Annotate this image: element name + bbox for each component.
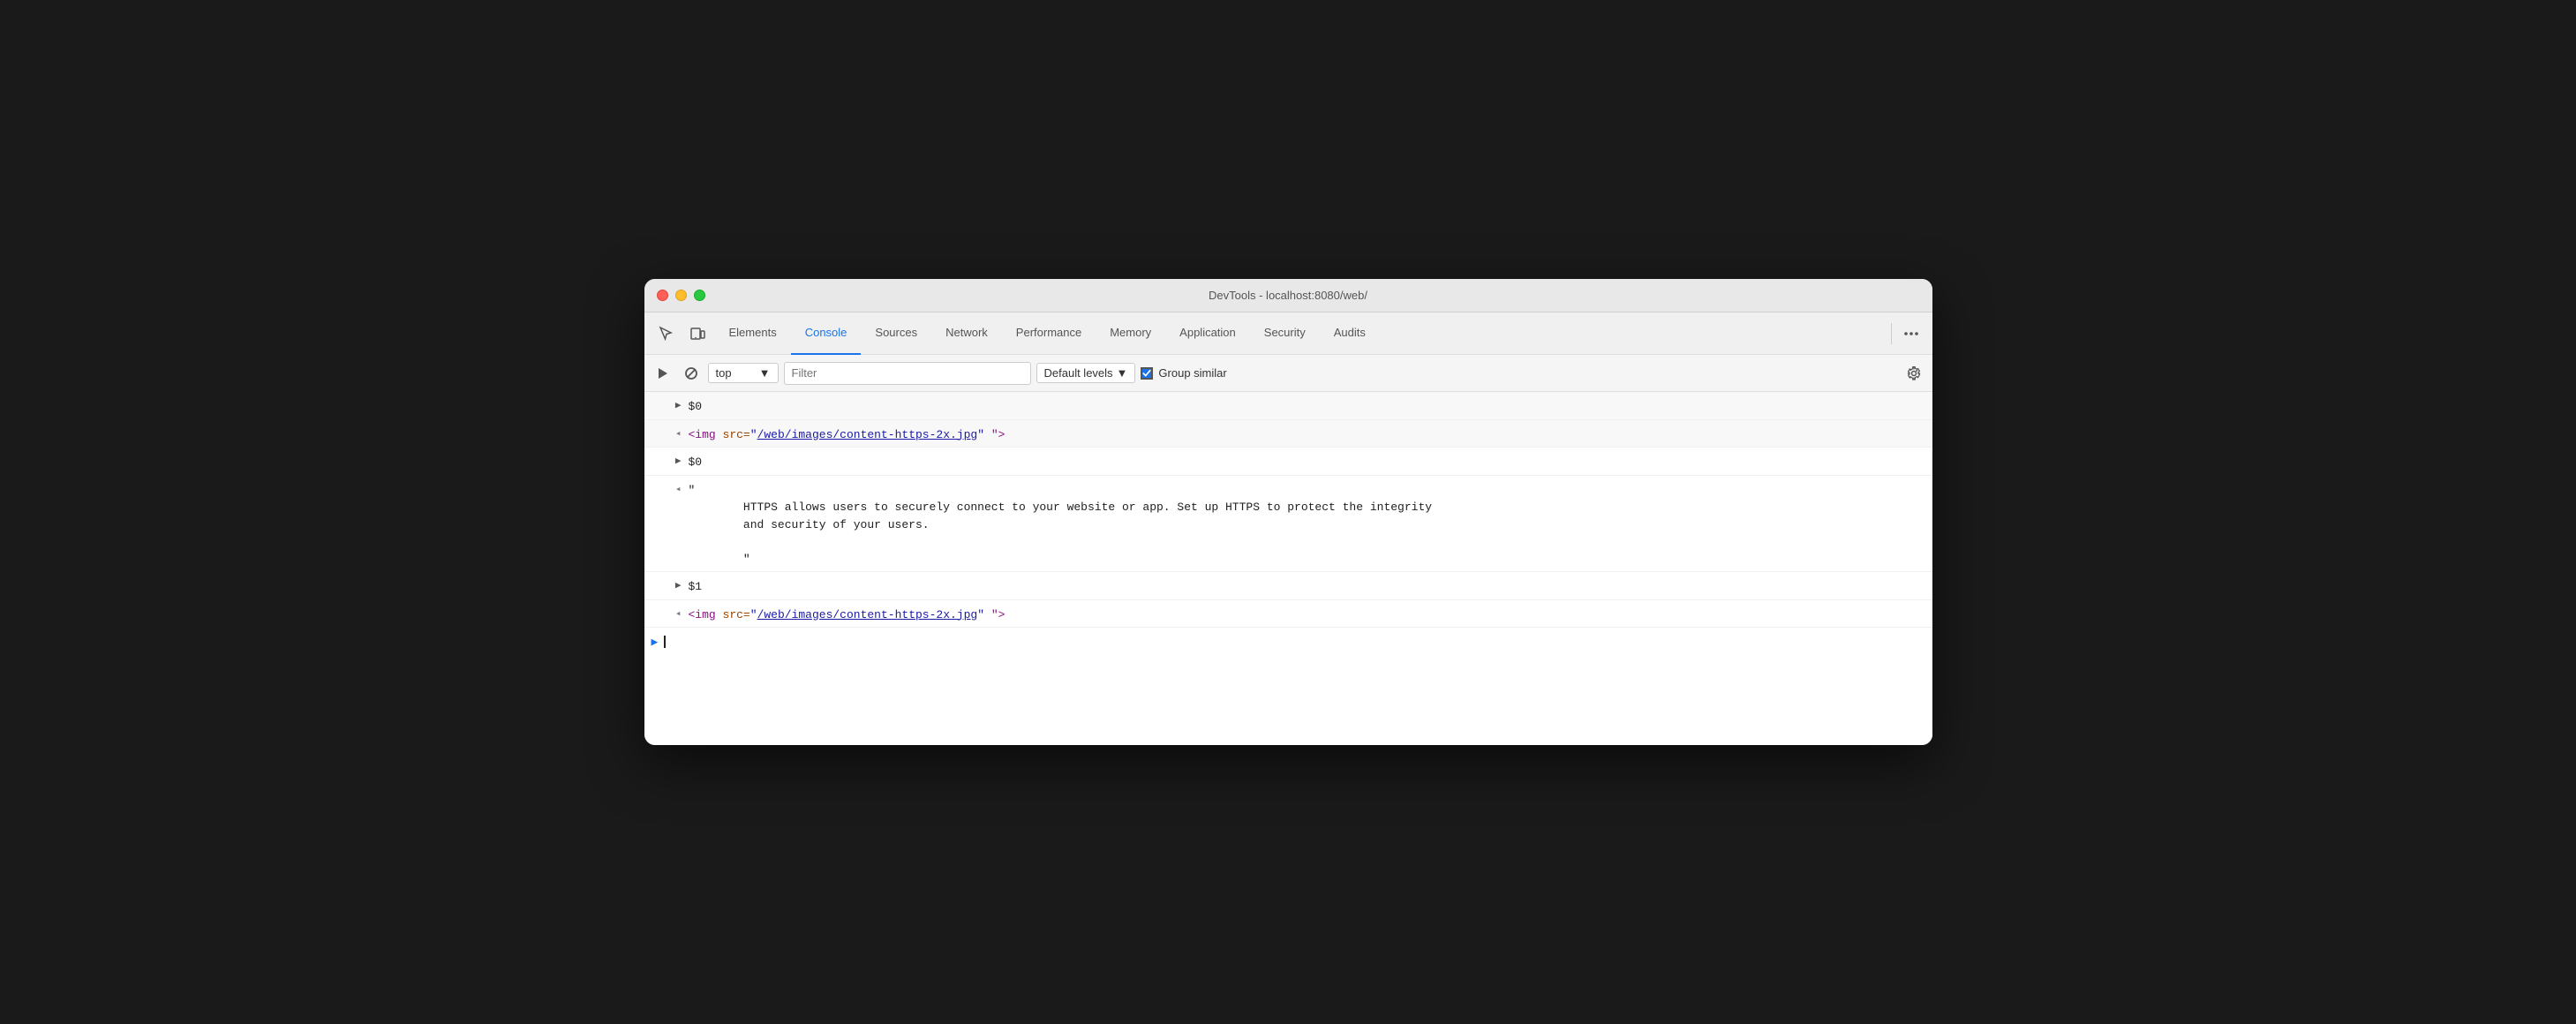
group-similar-toggle[interactable]: Group similar: [1141, 366, 1226, 380]
row-content: " HTTPS allows users to securely connect…: [689, 479, 1932, 568]
minimize-button[interactable]: [675, 290, 687, 301]
attr-value-link[interactable]: /web/images/content-https-2x.jpg: [757, 428, 978, 441]
execute-button[interactable]: [652, 362, 674, 385]
console-content: ▶ $0 ◂ <img src="/web/images/content-htt…: [644, 392, 1932, 745]
row-gutter: ▶: [644, 576, 689, 591]
clear-messages-button[interactable]: [680, 362, 703, 385]
response-arrow: ◂: [675, 607, 682, 620]
close-button[interactable]: [657, 290, 668, 301]
tab-network[interactable]: Network: [931, 312, 1002, 355]
tag-open: <img: [689, 608, 716, 621]
console-text-result: " HTTPS allows users to securely connect…: [689, 482, 1932, 568]
row-gutter: ◂: [644, 424, 689, 440]
device-toolbar-icon[interactable]: [683, 320, 712, 348]
levels-arrow: ▼: [1117, 366, 1128, 380]
checkmark-icon: [1142, 369, 1151, 378]
tab-console[interactable]: Console: [791, 312, 862, 355]
cursor-svg: [658, 326, 674, 342]
row-content: <img src="/web/images/content-https-2x.j…: [689, 424, 1932, 444]
console-input-row[interactable]: ▶: [644, 628, 1932, 656]
tab-separator: [1891, 323, 1892, 344]
tab-performance[interactable]: Performance: [1002, 312, 1096, 355]
group-similar-checkbox[interactable]: [1141, 367, 1153, 380]
attr-src: src="/web/images/content-https-2x.jpg": [723, 428, 984, 441]
devtools-window: DevTools - localhost:8080/web/ Elements …: [644, 279, 1932, 745]
gear-icon: [1907, 366, 1921, 380]
row-content: <img src="/web/images/content-https-2x.j…: [689, 604, 1932, 624]
input-prompt: ▶: [652, 636, 659, 649]
settings-button[interactable]: [1902, 362, 1925, 385]
tab-audits[interactable]: Audits: [1320, 312, 1380, 355]
console-row: ▶ $0: [644, 448, 1932, 476]
run-icon: [656, 366, 670, 380]
tag-close: ">: [991, 428, 1006, 441]
traffic-lights: [657, 290, 705, 301]
attr-src: src="/web/images/content-https-2x.jpg": [723, 608, 984, 621]
response-arrow: ◂: [675, 427, 682, 440]
attr-value-link[interactable]: /web/images/content-https-2x.jpg: [757, 608, 978, 621]
dropdown-arrow: ▼: [759, 366, 771, 380]
row-content: $0: [689, 395, 1932, 416]
row-content: $1: [689, 576, 1932, 596]
devtools-tabs: Elements Console Sources Network Perform…: [644, 312, 1932, 355]
console-result-text: $0: [689, 400, 703, 413]
expand-arrow[interactable]: ▶: [675, 399, 682, 411]
row-content: $0: [689, 451, 1932, 471]
console-row: ▶ $0: [644, 392, 1932, 420]
levels-button[interactable]: Default levels ▼: [1036, 363, 1136, 383]
tag-close: ">: [991, 608, 1006, 621]
tab-security[interactable]: Security: [1250, 312, 1320, 355]
inspect-icon[interactable]: [652, 320, 680, 348]
console-row: ▶ $1: [644, 572, 1932, 600]
expand-arrow[interactable]: ▶: [675, 579, 682, 591]
row-gutter: ▶: [644, 451, 689, 467]
expand-arrow[interactable]: ▶: [675, 455, 682, 467]
tag-open: <img: [689, 428, 716, 441]
console-row: ◂ " HTTPS allows users to securely conne…: [644, 476, 1932, 573]
console-row: ◂ <img src="/web/images/content-https-2x…: [644, 600, 1932, 629]
console-toolbar: top ▼ Default levels ▼ Group similar: [644, 355, 1932, 392]
console-result-text: $1: [689, 580, 703, 593]
window-title: DevTools - localhost:8080/web/: [1209, 289, 1367, 302]
device-svg: [689, 326, 705, 342]
row-gutter: ▶: [644, 395, 689, 411]
tab-memory[interactable]: Memory: [1096, 312, 1165, 355]
cursor: [664, 636, 666, 648]
row-gutter: ◂: [644, 604, 689, 620]
response-arrow: ◂: [675, 483, 682, 495]
console-row: ◂ <img src="/web/images/content-https-2x…: [644, 420, 1932, 448]
maximize-button[interactable]: [694, 290, 705, 301]
title-bar: DevTools - localhost:8080/web/: [644, 279, 1932, 312]
context-selector[interactable]: top ▼: [708, 363, 779, 383]
more-dots-svg: [1902, 325, 1920, 343]
filter-input[interactable]: [784, 362, 1031, 385]
tab-application[interactable]: Application: [1165, 312, 1250, 355]
row-gutter: ◂: [644, 479, 689, 495]
console-result-text: $0: [689, 456, 703, 469]
more-options-button[interactable]: [1897, 320, 1925, 348]
block-icon: [684, 366, 698, 380]
tab-sources[interactable]: Sources: [861, 312, 931, 355]
tab-elements[interactable]: Elements: [715, 312, 791, 355]
